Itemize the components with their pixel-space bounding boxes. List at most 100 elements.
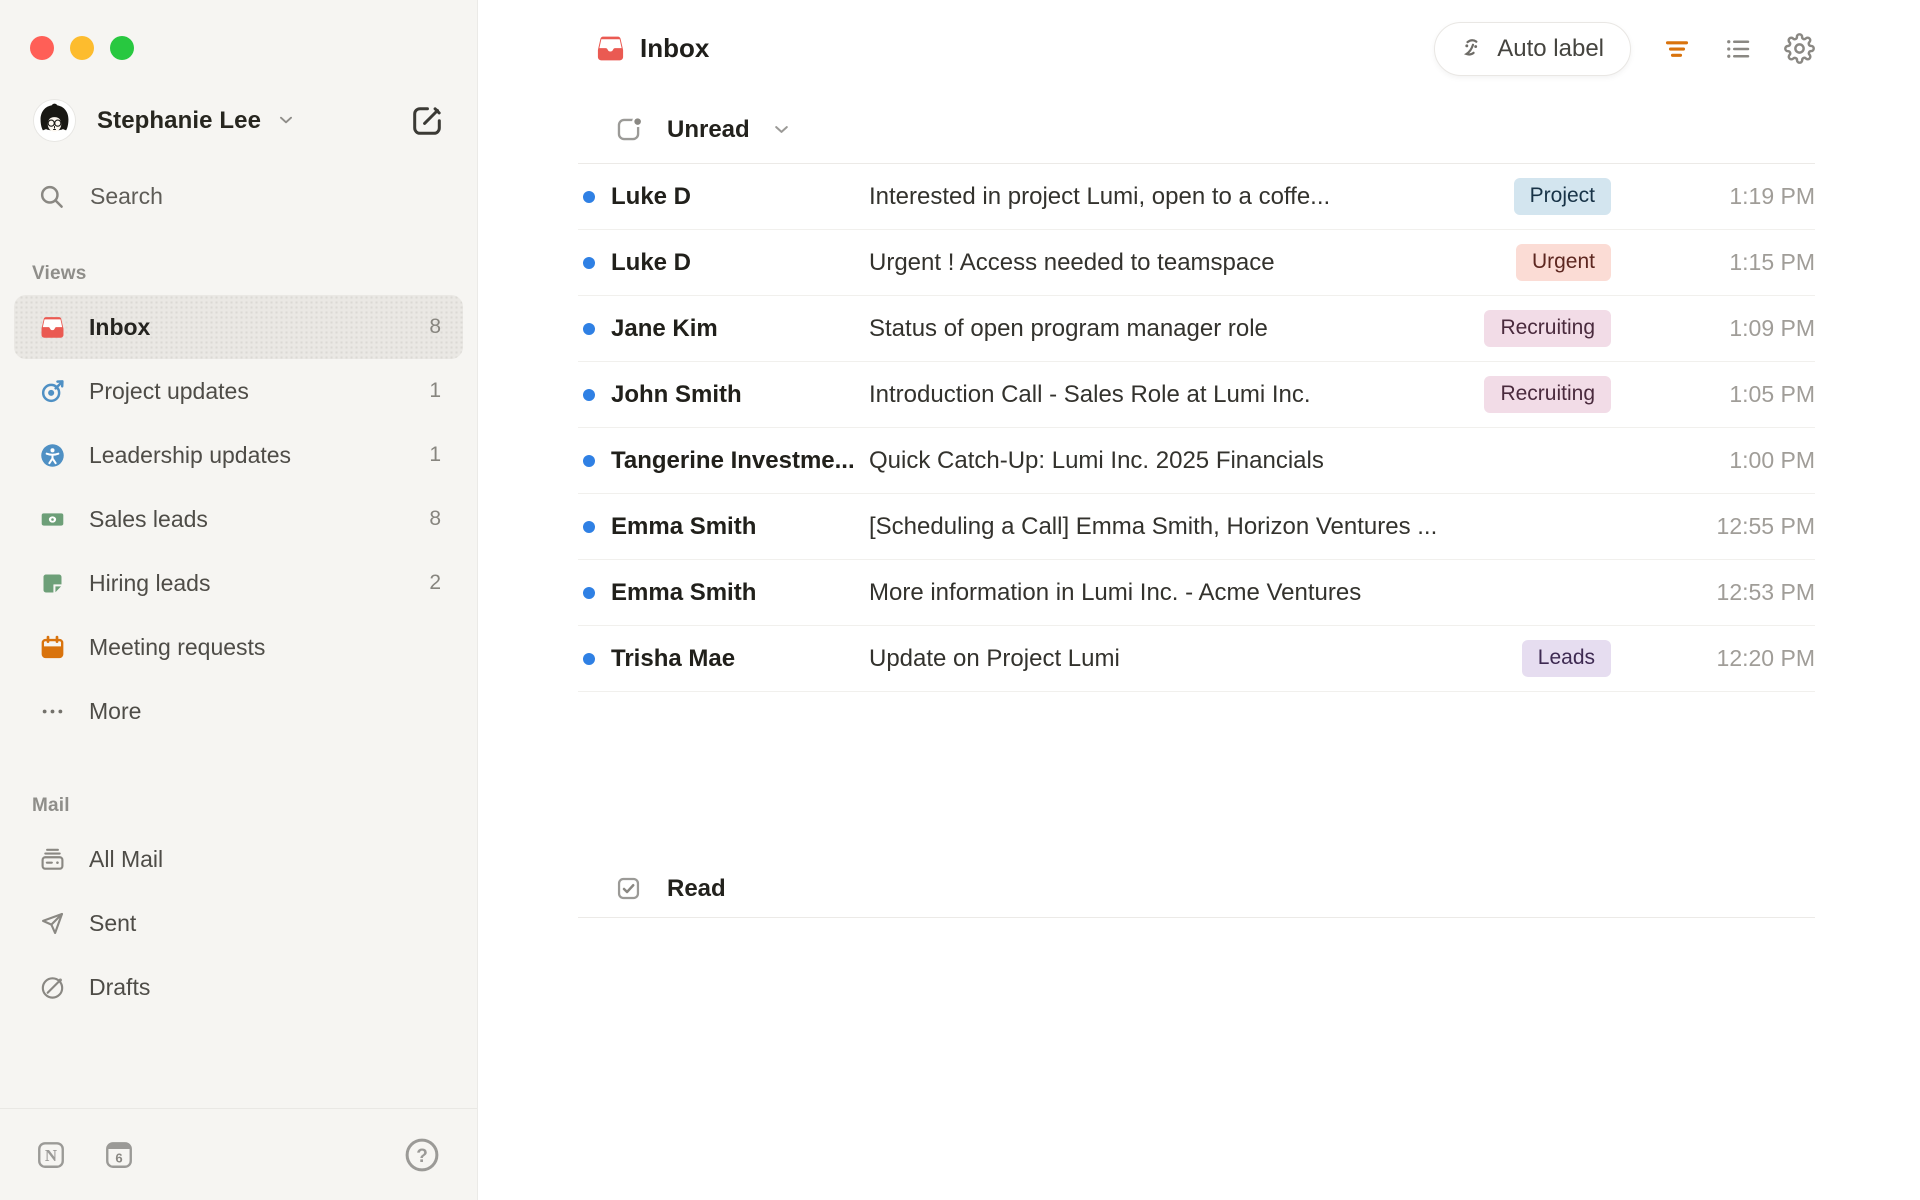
help-icon[interactable]: ?	[403, 1136, 441, 1174]
auto-label-face-icon	[1464, 38, 1478, 56]
email-row[interactable]: Jane Kim Status of open program manager …	[578, 296, 1815, 362]
search-label: Search	[90, 182, 163, 209]
email-label-badge[interactable]: Recruiting	[1484, 376, 1611, 413]
read-section-label: Read	[667, 874, 726, 902]
unread-square-dot-icon	[615, 116, 644, 144]
window-controls	[0, 0, 477, 60]
chevron-down-icon	[275, 109, 297, 136]
sidebar-item-count: 8	[429, 507, 441, 530]
minimize-button[interactable]	[70, 36, 94, 60]
email-subject: Update on Project Lumi	[869, 644, 1120, 672]
search-input[interactable]: Search	[38, 175, 447, 217]
views-section-label: Views	[32, 263, 87, 284]
unread-dot	[583, 190, 595, 203]
email-label-badge[interactable]: Leads	[1521, 640, 1611, 677]
target-icon	[39, 378, 66, 405]
page-title: Inbox	[640, 33, 710, 63]
notion-app-icon[interactable]: N	[36, 1140, 66, 1170]
email-time: 1:19 PM	[1729, 183, 1815, 209]
email-time: 12:53 PM	[1716, 579, 1815, 605]
sidebar-item-sales-leads[interactable]: Sales leads 8	[14, 487, 463, 551]
email-time: 12:55 PM	[1716, 513, 1815, 539]
calendar-app-icon[interactable]: 6	[104, 1140, 134, 1170]
email-subject: More information in Lumi Inc. - Acme Ven…	[869, 578, 1362, 606]
account-name: Stephanie Lee	[97, 106, 262, 134]
email-row[interactable]: Trisha Mae Update on Project Lumi Leads …	[578, 626, 1815, 692]
sidebar-item-leadership-updates[interactable]: Leadership updates 1	[14, 423, 463, 487]
sidebar-item-label: Leadership updates	[89, 441, 292, 468]
sidebar-item-sent[interactable]: Sent	[14, 891, 463, 955]
account-switcher[interactable]: Stephanie Lee	[34, 100, 447, 141]
email-sender: Emma Smith	[611, 578, 757, 606]
calendar-icon	[39, 634, 66, 661]
sidebar: Stephanie Lee Search Views Inbox 8 Proje…	[0, 0, 478, 1200]
unread-section-label: Unread	[667, 116, 750, 143]
auto-label-text: Auto label	[1497, 34, 1604, 62]
email-sender: Luke D	[611, 248, 692, 276]
email-time: 1:15 PM	[1729, 249, 1815, 275]
email-label-badge[interactable]: Project	[1513, 178, 1611, 215]
chevron-down-icon[interactable]	[770, 118, 793, 146]
email-row[interactable]: Luke D Interested in project Lumi, open …	[578, 164, 1815, 230]
sidebar-item-label: Sent	[89, 909, 137, 936]
email-sender: Emma Smith	[611, 512, 757, 540]
close-button[interactable]	[30, 36, 54, 60]
sidebar-item-label: Drafts	[89, 973, 151, 1000]
compose-button[interactable]	[407, 101, 447, 141]
email-row[interactable]: Emma Smith More information in Lumi Inc.…	[578, 560, 1815, 626]
sidebar-item-count: 1	[429, 443, 441, 466]
unread-dot	[583, 586, 595, 599]
email-sender: Luke D	[611, 182, 692, 210]
sidebar-item-all-mail[interactable]: All Mail	[14, 827, 463, 891]
inbox-icon	[39, 314, 66, 341]
sidebar-item-drafts[interactable]: Drafts	[14, 955, 463, 1019]
sidebar-item-meeting-requests[interactable]: Meeting requests	[14, 615, 463, 679]
search-icon	[40, 185, 63, 208]
read-section-header[interactable]: Read	[578, 860, 1815, 918]
email-time: 1:00 PM	[1729, 447, 1815, 473]
main-header: Inbox Auto label	[478, 0, 1920, 97]
email-subject: Interested in project Lumi, open to a co…	[869, 182, 1331, 210]
email-row[interactable]: Emma Smith [Scheduling a Call] Emma Smit…	[578, 494, 1815, 560]
email-list: Unread Luke D Interested in project Lumi…	[578, 97, 1815, 918]
email-subject: Introduction Call - Sales Role at Lumi I…	[869, 380, 1311, 408]
email-row[interactable]: Tangerine Investme... Quick Catch-Up: Lu…	[578, 428, 1815, 494]
sidebar-item-label: All Mail	[89, 845, 164, 872]
draft-pencil-icon	[39, 974, 66, 1001]
zoom-button[interactable]	[110, 36, 134, 60]
sidebar-item-project-updates[interactable]: Project updates 1	[14, 359, 463, 423]
unread-dot	[583, 256, 595, 269]
sidebar-footer: N 6 ?	[0, 1108, 477, 1200]
email-sender: Jane Kim	[611, 314, 718, 342]
note-fold-icon	[39, 570, 66, 597]
sidebar-item-more[interactable]: More	[14, 679, 463, 743]
header-icons	[1655, 27, 1821, 71]
email-subject: [Scheduling a Call] Emma Smith, Horizon …	[869, 512, 1438, 540]
sidebar-item-inbox[interactable]: Inbox 8	[14, 295, 463, 359]
email-row[interactable]: John Smith Introduction Call - Sales Rol…	[578, 362, 1815, 428]
gear-icon[interactable]	[1777, 27, 1821, 71]
email-row[interactable]: Luke D Urgent ! Access needed to teamspa…	[578, 230, 1815, 296]
email-label-badge[interactable]: Urgent	[1515, 244, 1611, 281]
email-time: 1:05 PM	[1729, 381, 1815, 407]
mail-section-label: Mail	[32, 795, 70, 816]
unread-dot	[583, 520, 595, 533]
email-subject: Quick Catch-Up: Lumi Inc. 2025 Financial…	[869, 446, 1324, 474]
list-view-icon[interactable]	[1716, 27, 1760, 71]
email-time: 1:09 PM	[1729, 315, 1815, 341]
inbox-icon	[595, 33, 626, 64]
svg-text:6: 6	[115, 1150, 122, 1165]
filter-icon[interactable]	[1655, 27, 1699, 71]
sidebar-item-label: Sales leads	[89, 505, 208, 532]
sidebar-item-count: 1	[429, 379, 441, 402]
sidebar-item-hiring-leads[interactable]: Hiring leads 2	[14, 551, 463, 615]
mail-list-pane: Inbox Auto label Unread Luke D Intereste…	[478, 0, 1920, 1200]
unread-section-header[interactable]: Unread	[578, 97, 1815, 164]
ellipsis-icon	[39, 698, 66, 725]
email-sender: John Smith	[611, 380, 742, 408]
email-label-badge[interactable]: Recruiting	[1484, 310, 1611, 347]
email-subject: Urgent ! Access needed to teamspace	[869, 248, 1275, 276]
auto-label-button[interactable]: Auto label	[1434, 21, 1631, 76]
avatar	[34, 100, 75, 141]
banknote-icon	[39, 506, 66, 533]
